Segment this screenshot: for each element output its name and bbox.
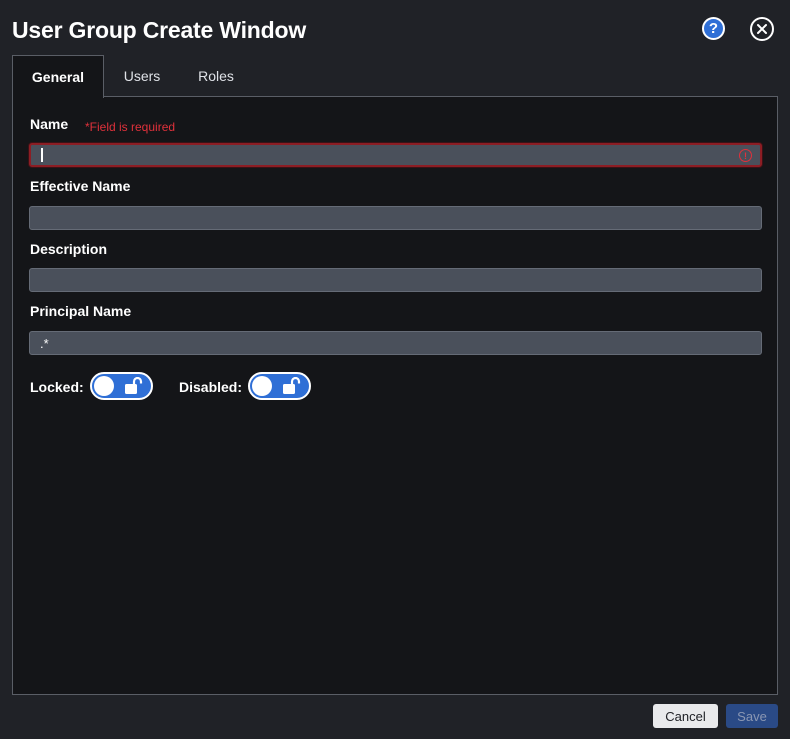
close-icon	[757, 24, 767, 34]
help-icon: ?	[708, 20, 719, 37]
toggle-knob	[94, 376, 114, 396]
window-title: User Group Create Window	[12, 17, 307, 43]
general-panel: Name *Field is required ! Effective Name…	[12, 96, 778, 695]
toggle-knob	[252, 376, 272, 396]
tab-roles[interactable]: Roles	[180, 55, 252, 97]
disabled-toggle[interactable]	[248, 372, 311, 400]
principal-name-label: Principal Name	[30, 303, 132, 319]
unlocked-icon	[125, 377, 143, 394]
save-button[interactable]: Save	[726, 704, 778, 728]
locked-label: Locked:	[30, 379, 84, 395]
disabled-label: Disabled:	[179, 379, 243, 395]
tab-general[interactable]: General	[12, 55, 104, 98]
description-label: Description	[30, 241, 108, 257]
effective-name-input[interactable]	[29, 206, 762, 230]
tab-users[interactable]: Users	[104, 55, 180, 97]
close-button[interactable]	[750, 17, 774, 41]
name-label: Name	[30, 116, 69, 132]
help-button[interactable]: ?	[702, 17, 725, 40]
effective-name-label: Effective Name	[30, 178, 131, 194]
locked-toggle[interactable]	[90, 372, 153, 400]
error-icon: !	[739, 149, 752, 162]
name-input[interactable]: !	[29, 143, 762, 167]
text-caret	[41, 148, 43, 162]
tab-bar: General Users Roles	[12, 55, 252, 98]
description-input[interactable]	[29, 268, 762, 292]
principal-name-input[interactable]: .*	[29, 331, 762, 355]
required-message: *Field is required	[85, 120, 176, 134]
cancel-button[interactable]: Cancel	[653, 704, 718, 728]
principal-name-value: .*	[40, 335, 49, 351]
unlocked-icon	[283, 377, 301, 394]
